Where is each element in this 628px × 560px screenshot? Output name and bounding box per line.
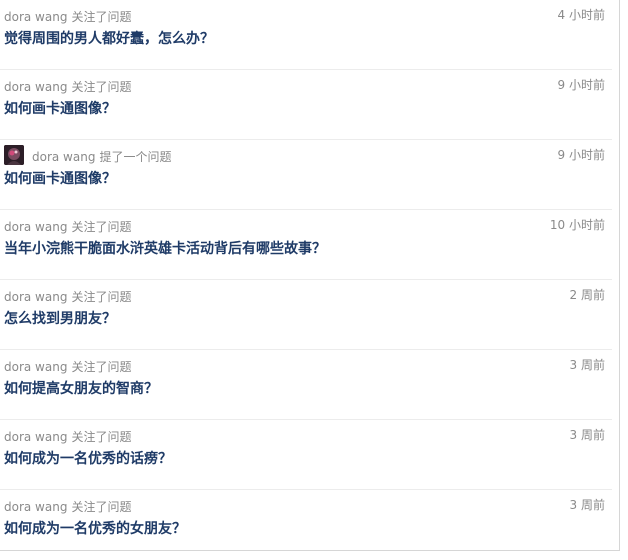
timestamp: 9 小时前 xyxy=(557,78,605,92)
action-text: 关注了问题 xyxy=(71,360,132,374)
feed-item: dora wang 关注了问题 3 周前 如何成为一名优秀的话痨？ xyxy=(0,420,612,490)
feed-item-meta: dora wang 关注了问题 xyxy=(4,359,131,375)
feed-item-meta: dora wang 关注了问题 xyxy=(4,219,131,235)
action-text: 关注了问题 xyxy=(71,290,132,304)
feed-item-meta: dora wang 关注了问题 xyxy=(4,79,131,95)
timestamp: 4 小时前 xyxy=(557,8,605,22)
timestamp: 3 周前 xyxy=(569,498,605,512)
user-link[interactable]: dora wang xyxy=(4,220,67,234)
action-text: 关注了问题 xyxy=(71,220,132,234)
feed-item: dora wang 提了一个问题 9 小时前 如何画卡通图像？ xyxy=(0,140,612,210)
feed-item-meta: dora wang 提了一个问题 xyxy=(32,149,171,165)
user-link[interactable]: dora wang xyxy=(32,150,95,164)
question-title-link[interactable]: 觉得周围的男人都好蠢，怎么办？ xyxy=(4,29,214,49)
user-link[interactable]: dora wang xyxy=(4,500,67,514)
feed-item-meta: dora wang 关注了问题 xyxy=(4,429,131,445)
timestamp: 9 小时前 xyxy=(557,148,605,162)
user-link[interactable]: dora wang xyxy=(4,430,67,444)
question-title-link[interactable]: 如何提高女朋友的智商？ xyxy=(4,379,158,399)
user-link[interactable]: dora wang xyxy=(4,80,67,94)
feed-item: dora wang 关注了问题 10 小时前 当年小浣熊干脆面水浒英雄卡活动背后有… xyxy=(0,210,612,280)
user-link[interactable]: dora wang xyxy=(4,290,67,304)
action-text: 关注了问题 xyxy=(71,430,132,444)
question-title-link[interactable]: 如何成为一名优秀的话痨？ xyxy=(4,449,172,469)
feed-item-meta: dora wang 关注了问题 xyxy=(4,499,131,515)
timestamp: 2 周前 xyxy=(569,288,605,302)
feed-item: dora wang 关注了问题 4 小时前 觉得周围的男人都好蠢，怎么办？ xyxy=(0,0,612,70)
feed-item: dora wang 关注了问题 2 周前 怎么找到男朋友？ xyxy=(0,280,612,350)
user-link[interactable]: dora wang xyxy=(4,10,67,24)
question-title-link[interactable]: 如何画卡通图像？ xyxy=(4,99,116,119)
action-text: 关注了问题 xyxy=(71,500,132,514)
action-text: 提了一个问题 xyxy=(99,150,172,164)
action-text: 关注了问题 xyxy=(71,80,132,94)
activity-feed: dora wang 关注了问题 4 小时前 觉得周围的男人都好蠢，怎么办？ dor… xyxy=(0,0,620,551)
feed-item: dora wang 关注了问题 3 周前 如何成为一名优秀的女朋友？ xyxy=(0,490,612,560)
feed-item: dora wang 关注了问题 9 小时前 如何画卡通图像？ xyxy=(0,70,612,140)
user-link[interactable]: dora wang xyxy=(4,360,67,374)
question-title-link[interactable]: 当年小浣熊干脆面水浒英雄卡活动背后有哪些故事？ xyxy=(4,239,326,259)
user-avatar-icon[interactable] xyxy=(4,145,24,165)
question-title-link[interactable]: 如何成为一名优秀的女朋友？ xyxy=(4,519,186,539)
question-title-link[interactable]: 怎么找到男朋友？ xyxy=(4,309,116,329)
timestamp: 10 小时前 xyxy=(549,218,605,232)
question-title-link[interactable]: 如何画卡通图像？ xyxy=(4,169,116,189)
feed-item-meta: dora wang 关注了问题 xyxy=(4,289,131,305)
action-text: 关注了问题 xyxy=(71,10,132,24)
feed-item: dora wang 关注了问题 3 周前 如何提高女朋友的智商？ xyxy=(0,350,612,420)
feed-item-meta: dora wang 关注了问题 xyxy=(4,9,131,25)
timestamp: 3 周前 xyxy=(569,358,605,372)
timestamp: 3 周前 xyxy=(569,428,605,442)
